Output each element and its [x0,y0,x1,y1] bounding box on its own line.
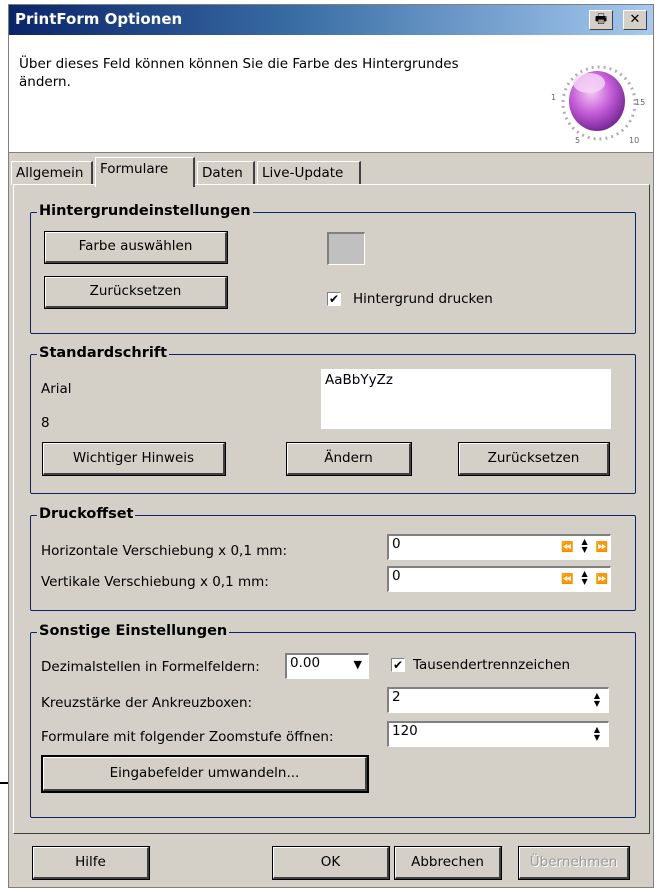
reset-font-button[interactable]: Zurücksetzen [458,442,610,476]
decimals-label: Dezimalstellen in Formelfeldern: [41,659,260,675]
group-misc: Sonstige Einstellungen Dezimalstellen in… [30,623,636,818]
print-icon[interactable]: 🖶 [589,10,613,30]
group-background: Hintergrundeinstellungen Farbe auswählen… [30,203,636,334]
dial-knob-icon: 1 5 10 15 [547,45,647,145]
header-description: Über dieses Feld können können Sie die F… [19,56,459,90]
decimals-value: 0.00 [290,655,321,671]
change-font-button[interactable]: Ändern [286,442,412,476]
zoom-value: 120 [392,723,418,739]
choose-color-button[interactable]: Farbe auswählen [44,231,228,264]
reset-background-button[interactable]: Zurücksetzen [44,276,228,309]
cross-size-value: 2 [392,689,401,705]
tab-strip: Allgemein Formulare Daten Live-Update [9,157,653,187]
options-dialog: PrintForm Optionen 🖶 ✕ Über dieses Feld … [8,4,654,888]
horizontal-offset-label: Horizontale Verschiebung x 0,1 mm: [41,543,288,559]
window-title: PrintForm Optionen [15,10,183,28]
group-offset-legend: Druckoffset [37,506,136,522]
horizontal-offset-spinner: ⏪ ▲ ▼ ⏩ [561,538,608,556]
zoom-input[interactable]: 120 ▲ ▼ [387,721,609,747]
vertical-offset-label: Vertikale Verschiebung x 0,1 mm: [41,574,269,590]
font-name: Arial [41,381,72,397]
thousands-separator-label: Tausendertrennzeichen [413,657,571,673]
cross-size-label: Kreuzstärke der Ankreuzboxen: [41,695,253,711]
title-bar: PrintForm Optionen 🖶 ✕ [9,5,653,35]
print-background-label: Hintergrund drucken [353,291,493,307]
vertical-offset-fast-down-icon[interactable]: ⏪ [561,574,573,585]
horizontal-offset-updown-icon[interactable]: ▲ ▼ [578,538,592,556]
group-font-legend: Standardschrift [37,345,170,361]
zoom-spinner-icon[interactable]: ▲ ▼ [590,726,604,744]
apply-button[interactable]: Übernehmen [518,846,630,880]
horizontal-offset-value: 0 [392,536,401,552]
ok-button[interactable]: OK [272,846,390,880]
decimals-select[interactable]: 0.00 ▼ [285,653,369,679]
knob-label-5: 5 [575,136,580,145]
cross-size-spinner-icon[interactable]: ▲ ▼ [590,692,604,710]
horizontal-offset-fast-down-icon[interactable]: ⏪ [561,542,573,553]
knob-label-10: 10 [629,136,639,145]
color-swatch[interactable] [327,232,365,265]
vertical-offset-input[interactable]: 0 ⏪ ▲ ▼ ⏩ [387,566,611,592]
tab-panel-formulare: Hintergrundeinstellungen Farbe auswählen… [13,184,650,834]
close-icon[interactable]: ✕ [623,10,647,30]
tab-allgemein[interactable]: Allgemein [11,161,93,185]
group-font: Standardschrift Arial 8 AaBbYyZz Wichtig… [30,345,636,494]
vertical-offset-fast-up-icon[interactable]: ⏩ [596,574,608,585]
vertical-offset-spinner: ⏪ ▲ ▼ ⏩ [561,570,608,588]
cancel-button[interactable]: Abbrechen [394,846,502,880]
font-size: 8 [41,415,50,431]
thousands-separator-checkbox[interactable]: ✔ [391,658,405,672]
tab-formulare[interactable]: Formulare [95,157,195,187]
group-offset: Druckoffset Horizontale Verschiebung x 0… [30,506,636,611]
vertical-offset-value: 0 [392,568,401,584]
vertical-offset-updown-icon[interactable]: ▲ ▼ [578,570,592,588]
horizontal-offset-fast-up-icon[interactable]: ⏩ [596,542,608,553]
chevron-down-icon[interactable]: ▼ [354,658,362,671]
tab-live-update[interactable]: Live-Update [257,161,361,185]
font-preview: AaBbYyZz [321,369,611,429]
important-note-button[interactable]: Wichtiger Hinweis [42,442,226,476]
horizontal-offset-input[interactable]: 0 ⏪ ▲ ▼ ⏩ [387,534,611,560]
group-misc-legend: Sonstige Einstellungen [37,623,230,639]
knob-label-15: 15 [635,98,645,107]
zoom-label: Formulare mit folgender Zoomstufe öffnen… [41,729,334,745]
group-background-legend: Hintergrundeinstellungen [37,203,253,219]
convert-fields-button[interactable]: Eingabefelder umwandeln... [41,755,369,793]
cross-size-input[interactable]: 2 ▲ ▼ [387,687,609,713]
help-button[interactable]: Hilfe [32,846,150,880]
tab-daten[interactable]: Daten [197,161,255,185]
info-header: Über dieses Feld können können Sie die F… [9,35,653,153]
knob-label-1: 1 [551,93,556,102]
print-background-checkbox[interactable]: ✔ [327,292,341,306]
